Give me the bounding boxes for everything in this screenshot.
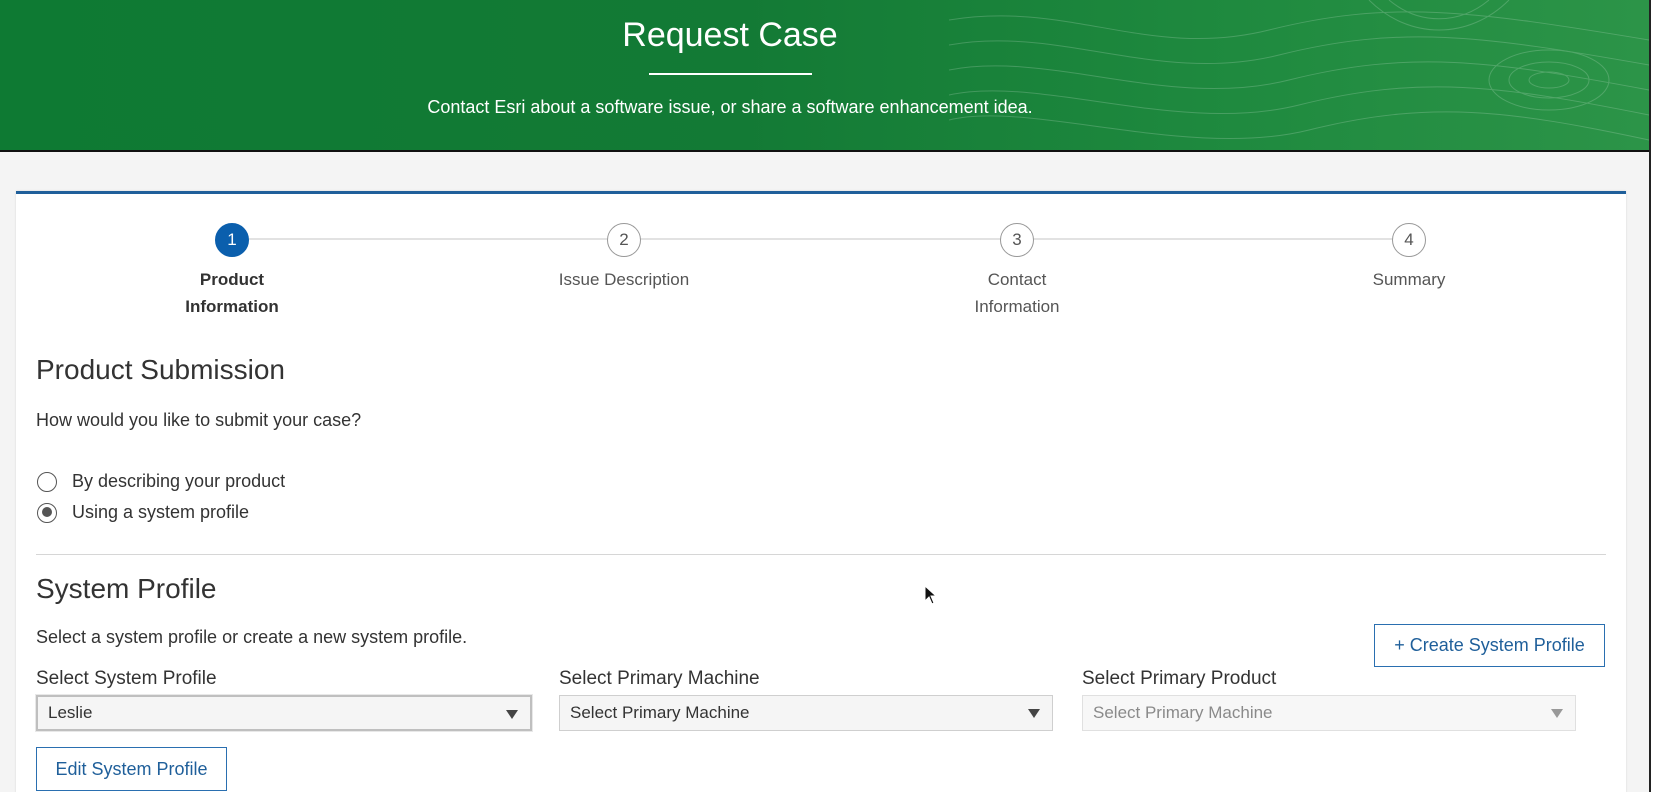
step-product-information[interactable]: 1 Product Information [122, 223, 342, 320]
radio-button[interactable] [37, 502, 57, 523]
select-value: Leslie [48, 703, 93, 722]
request-form-card: 1 Product Information 2 Issue Descriptio… [16, 191, 1626, 792]
primary-product-select[interactable]: Select Primary Machine [1082, 695, 1576, 731]
system-profile-label: Select System Profile [36, 668, 217, 689]
system-profile-select[interactable]: Leslie [36, 695, 532, 731]
primary-machine-label: Select Primary Machine [559, 668, 760, 689]
select-value: Select Primary Machine [1093, 703, 1273, 722]
select-value: Select Primary Machine [570, 703, 750, 722]
primary-machine-select[interactable]: Select Primary Machine [559, 695, 1053, 731]
section-divider [36, 554, 1606, 555]
step-contact-information[interactable]: 3 Contact Information [907, 223, 1127, 320]
step-issue-description[interactable]: 2 Issue Description [514, 223, 734, 293]
system-profile-instruction: Select a system profile or create a new … [36, 627, 468, 647]
title-underline [649, 73, 812, 75]
radio-label: Using a system profile [72, 502, 250, 522]
step-number: 4 [1392, 223, 1426, 257]
chevron-down-icon [1028, 709, 1040, 718]
page-title: Request Case [622, 16, 838, 54]
create-system-profile-button[interactable]: + Create System Profile [1374, 624, 1605, 667]
step-label: Product Information [185, 270, 279, 316]
step-number: 3 [1000, 223, 1034, 257]
header-banner: Request Case Contact Esri about a softwa… [0, 0, 1649, 152]
chevron-down-icon [1551, 709, 1563, 718]
radio-describe-product[interactable]: By describing your product [37, 471, 285, 492]
step-label: Issue Description [558, 270, 690, 289]
primary-product-label: Select Primary Product [1082, 668, 1277, 689]
scrollbar[interactable] [1649, 0, 1654, 792]
page-subtitle: Contact Esri about a software issue, or … [427, 97, 1033, 117]
submission-question: How would you like to submit your case? [36, 410, 362, 430]
stepper-track [232, 238, 1410, 240]
radio-label: By describing your product [72, 471, 286, 491]
step-number: 2 [607, 223, 641, 257]
step-summary[interactable]: 4 Summary [1299, 223, 1519, 293]
step-number: 1 [215, 223, 249, 257]
step-label: Contact Information [974, 270, 1060, 316]
radio-system-profile[interactable]: Using a system profile [37, 502, 249, 523]
edit-system-profile-button[interactable]: Edit System Profile [36, 747, 227, 791]
radio-button[interactable] [37, 471, 57, 492]
system-profile-heading: System Profile [36, 573, 217, 604]
chevron-down-icon [506, 710, 518, 719]
mouse-pointer-icon [924, 585, 938, 605]
step-label: Summary [1372, 270, 1446, 289]
product-submission-heading: Product Submission [36, 354, 286, 385]
